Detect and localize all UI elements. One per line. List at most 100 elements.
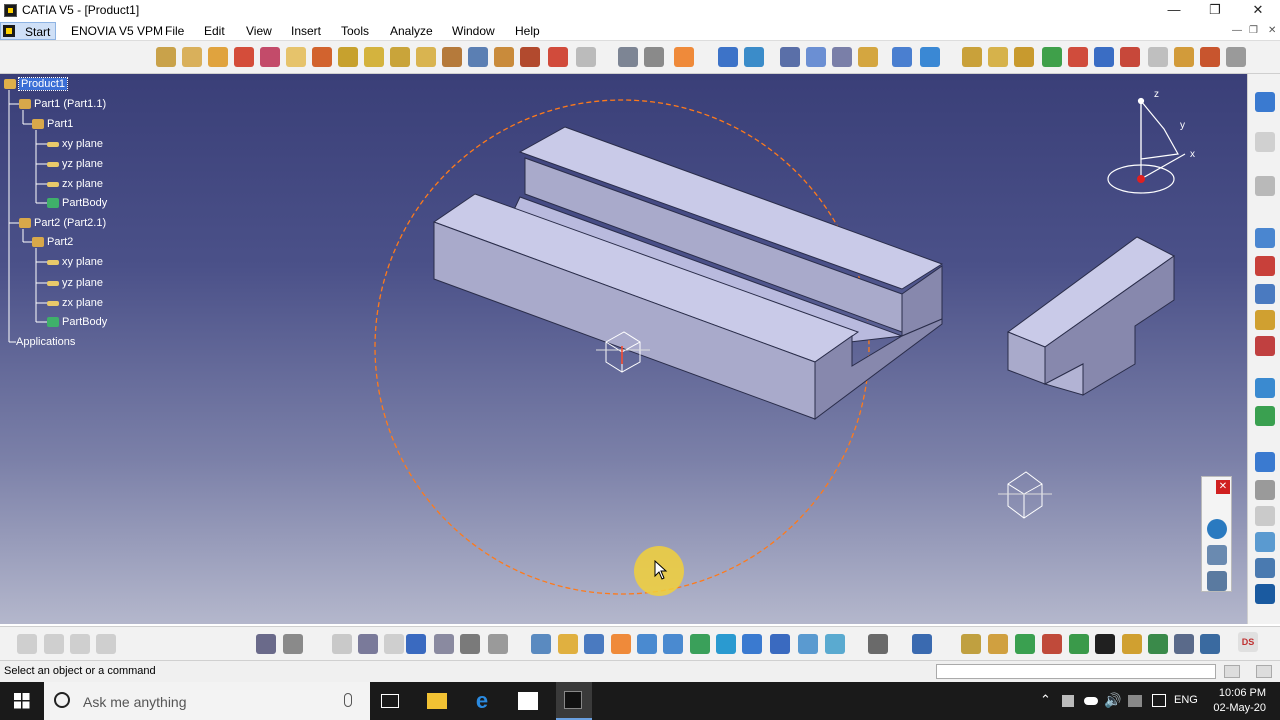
bill-of-material-icon[interactable] xyxy=(1200,47,1220,67)
hide-show-icon[interactable] xyxy=(434,634,454,654)
menu-help[interactable]: Help xyxy=(515,24,540,38)
capture-camera-icon[interactable] xyxy=(868,634,888,654)
space-analysis-icon[interactable] xyxy=(1120,47,1140,67)
zoom-in-icon[interactable] xyxy=(832,47,852,67)
doc-minimize-icon[interactable]: — xyxy=(1232,25,1242,36)
taskbar-clock[interactable]: 10:06 PM 02-May-20 xyxy=(1196,686,1266,716)
iso-view-cube-icon[interactable] xyxy=(742,634,762,654)
edge-browser-icon[interactable]: e xyxy=(472,690,492,712)
apply-material-icon[interactable] xyxy=(1255,558,1275,578)
contact-constraint-icon[interactable] xyxy=(548,47,568,67)
menu-file[interactable]: File xyxy=(165,24,184,38)
assembly-tool-icon[interactable] xyxy=(156,47,176,67)
stop-manipulate-icon[interactable] xyxy=(468,47,488,67)
publication-icon[interactable] xyxy=(1174,47,1194,67)
close-button[interactable]: ✕ xyxy=(1236,0,1280,21)
annotation-icon[interactable] xyxy=(1148,47,1168,67)
spiral-icon[interactable] xyxy=(1207,519,1227,539)
distance-icon[interactable] xyxy=(1014,47,1034,67)
show-hidden-icons-icon[interactable]: ⌃ xyxy=(1040,692,1051,708)
menu-enovia[interactable]: ENOVIA V5 VPM xyxy=(71,24,163,38)
battery-icon[interactable] xyxy=(1128,695,1142,707)
distance-analysis-icon[interactable] xyxy=(1200,634,1220,654)
new-part-icon[interactable] xyxy=(208,47,228,67)
product-structure-icon[interactable] xyxy=(1015,634,1035,654)
fly-mode-icon[interactable] xyxy=(718,47,738,67)
fit-all-in-icon[interactable] xyxy=(558,634,578,654)
swap-visible-icon[interactable] xyxy=(460,634,480,654)
fly-icon[interactable] xyxy=(531,634,551,654)
tree-node-part1-instance[interactable]: Part1 (Part1.1) xyxy=(19,98,106,110)
tree-node-p2-xy-plane[interactable]: xy plane xyxy=(47,256,103,268)
swap-visible-space-icon[interactable] xyxy=(825,634,845,654)
mesh-icon[interactable] xyxy=(912,634,932,654)
tree-node-part2[interactable]: Part2 xyxy=(32,236,73,248)
status-toggle-1-icon[interactable] xyxy=(1224,665,1240,678)
tools-icon[interactable] xyxy=(1255,336,1275,356)
normal-view-icon[interactable] xyxy=(858,47,878,67)
dimension-icon[interactable] xyxy=(256,634,276,654)
create-multi-view-icon[interactable] xyxy=(716,634,736,654)
tree-node-applications[interactable]: Applications xyxy=(16,336,75,348)
double-chevron-right-icon[interactable] xyxy=(1255,506,1275,526)
table-icon[interactable] xyxy=(406,634,426,654)
onedrive-cloud-icon[interactable] xyxy=(1084,697,1098,705)
network-icon[interactable] xyxy=(1062,695,1074,707)
workbench-icon[interactable] xyxy=(1255,92,1275,112)
start-menu[interactable]: Start xyxy=(0,22,56,40)
menu-analyze[interactable]: Analyze xyxy=(390,24,433,38)
volume-icon[interactable]: 🔊 xyxy=(1104,692,1121,709)
explode-icon[interactable] xyxy=(442,47,462,67)
disabled-tool-3-icon[interactable] xyxy=(70,634,90,654)
rotate-view-icon[interactable] xyxy=(611,634,631,654)
hide-show-view-icon[interactable] xyxy=(798,634,818,654)
catalog-icon[interactable] xyxy=(1068,47,1088,67)
graph-tree-icon[interactable] xyxy=(260,47,280,67)
clash-icon[interactable] xyxy=(988,47,1008,67)
pan-move-icon[interactable] xyxy=(584,634,604,654)
rotate-icon[interactable] xyxy=(806,47,826,67)
tree-node-part1[interactable]: Part1 xyxy=(32,118,73,130)
tree-node-p1-yz-plane[interactable]: yz plane xyxy=(47,158,103,170)
disabled-tool-5-icon[interactable] xyxy=(384,634,404,654)
sectioning-icon[interactable] xyxy=(962,47,982,67)
double-chevron-left-icon[interactable] xyxy=(1255,480,1275,500)
disabled-tool-1-icon[interactable] xyxy=(17,634,37,654)
cortana-search-box[interactable]: Ask me anything xyxy=(44,682,370,720)
disabled-tool-2-icon[interactable] xyxy=(44,634,64,654)
tree-node-p1-partbody[interactable]: PartBody xyxy=(47,197,107,209)
layer-icon[interactable] xyxy=(488,634,508,654)
multi-instantiation-icon[interactable] xyxy=(312,47,332,67)
bill-material-icon[interactable] xyxy=(1042,634,1062,654)
iso-view-icon[interactable] xyxy=(892,47,912,67)
annotation-tool-icon[interactable] xyxy=(1095,634,1115,654)
restore-button[interactable]: ❐ xyxy=(1193,0,1237,21)
reset-position-icon[interactable] xyxy=(494,47,514,67)
formula-fx-icon[interactable] xyxy=(332,634,352,654)
fast-multi-instantiation-icon[interactable] xyxy=(338,47,358,67)
select-options-icon[interactable] xyxy=(1255,176,1275,196)
stack-icon[interactable] xyxy=(1207,545,1227,565)
floating-toolbar-close-icon[interactable]: ✕ xyxy=(1216,480,1230,494)
assembly-constraints-icon[interactable] xyxy=(961,634,981,654)
part2-step-block[interactable] xyxy=(1006,236,1175,396)
store-icon[interactable] xyxy=(518,692,538,710)
doc-restore-icon[interactable]: ❐ xyxy=(1249,25,1258,36)
task-view-icon[interactable] xyxy=(381,694,399,708)
minimize-button[interactable]: — xyxy=(1152,0,1196,21)
3d-viewport[interactable]: z y x Product1 Part1 (Part1.1) Part1 xy … xyxy=(0,74,1247,624)
file-explorer-icon[interactable] xyxy=(427,693,447,709)
action-center-icon[interactable] xyxy=(1152,694,1166,707)
replace-component-icon[interactable] xyxy=(234,47,254,67)
swap-icon[interactable] xyxy=(1207,571,1227,591)
manipulation-icon[interactable] xyxy=(364,47,384,67)
microphone-icon[interactable] xyxy=(344,693,352,707)
part1-grooved-block[interactable] xyxy=(432,126,944,420)
existing-component-icon[interactable] xyxy=(182,47,202,67)
clash-detection-icon[interactable] xyxy=(1148,634,1168,654)
taskbar-catia-button[interactable] xyxy=(556,682,592,720)
sketcher-icon[interactable] xyxy=(1255,228,1275,248)
shading-icon[interactable] xyxy=(920,47,940,67)
compass-widget[interactable] xyxy=(1107,97,1186,194)
angle-constraint-icon[interactable] xyxy=(618,47,638,67)
